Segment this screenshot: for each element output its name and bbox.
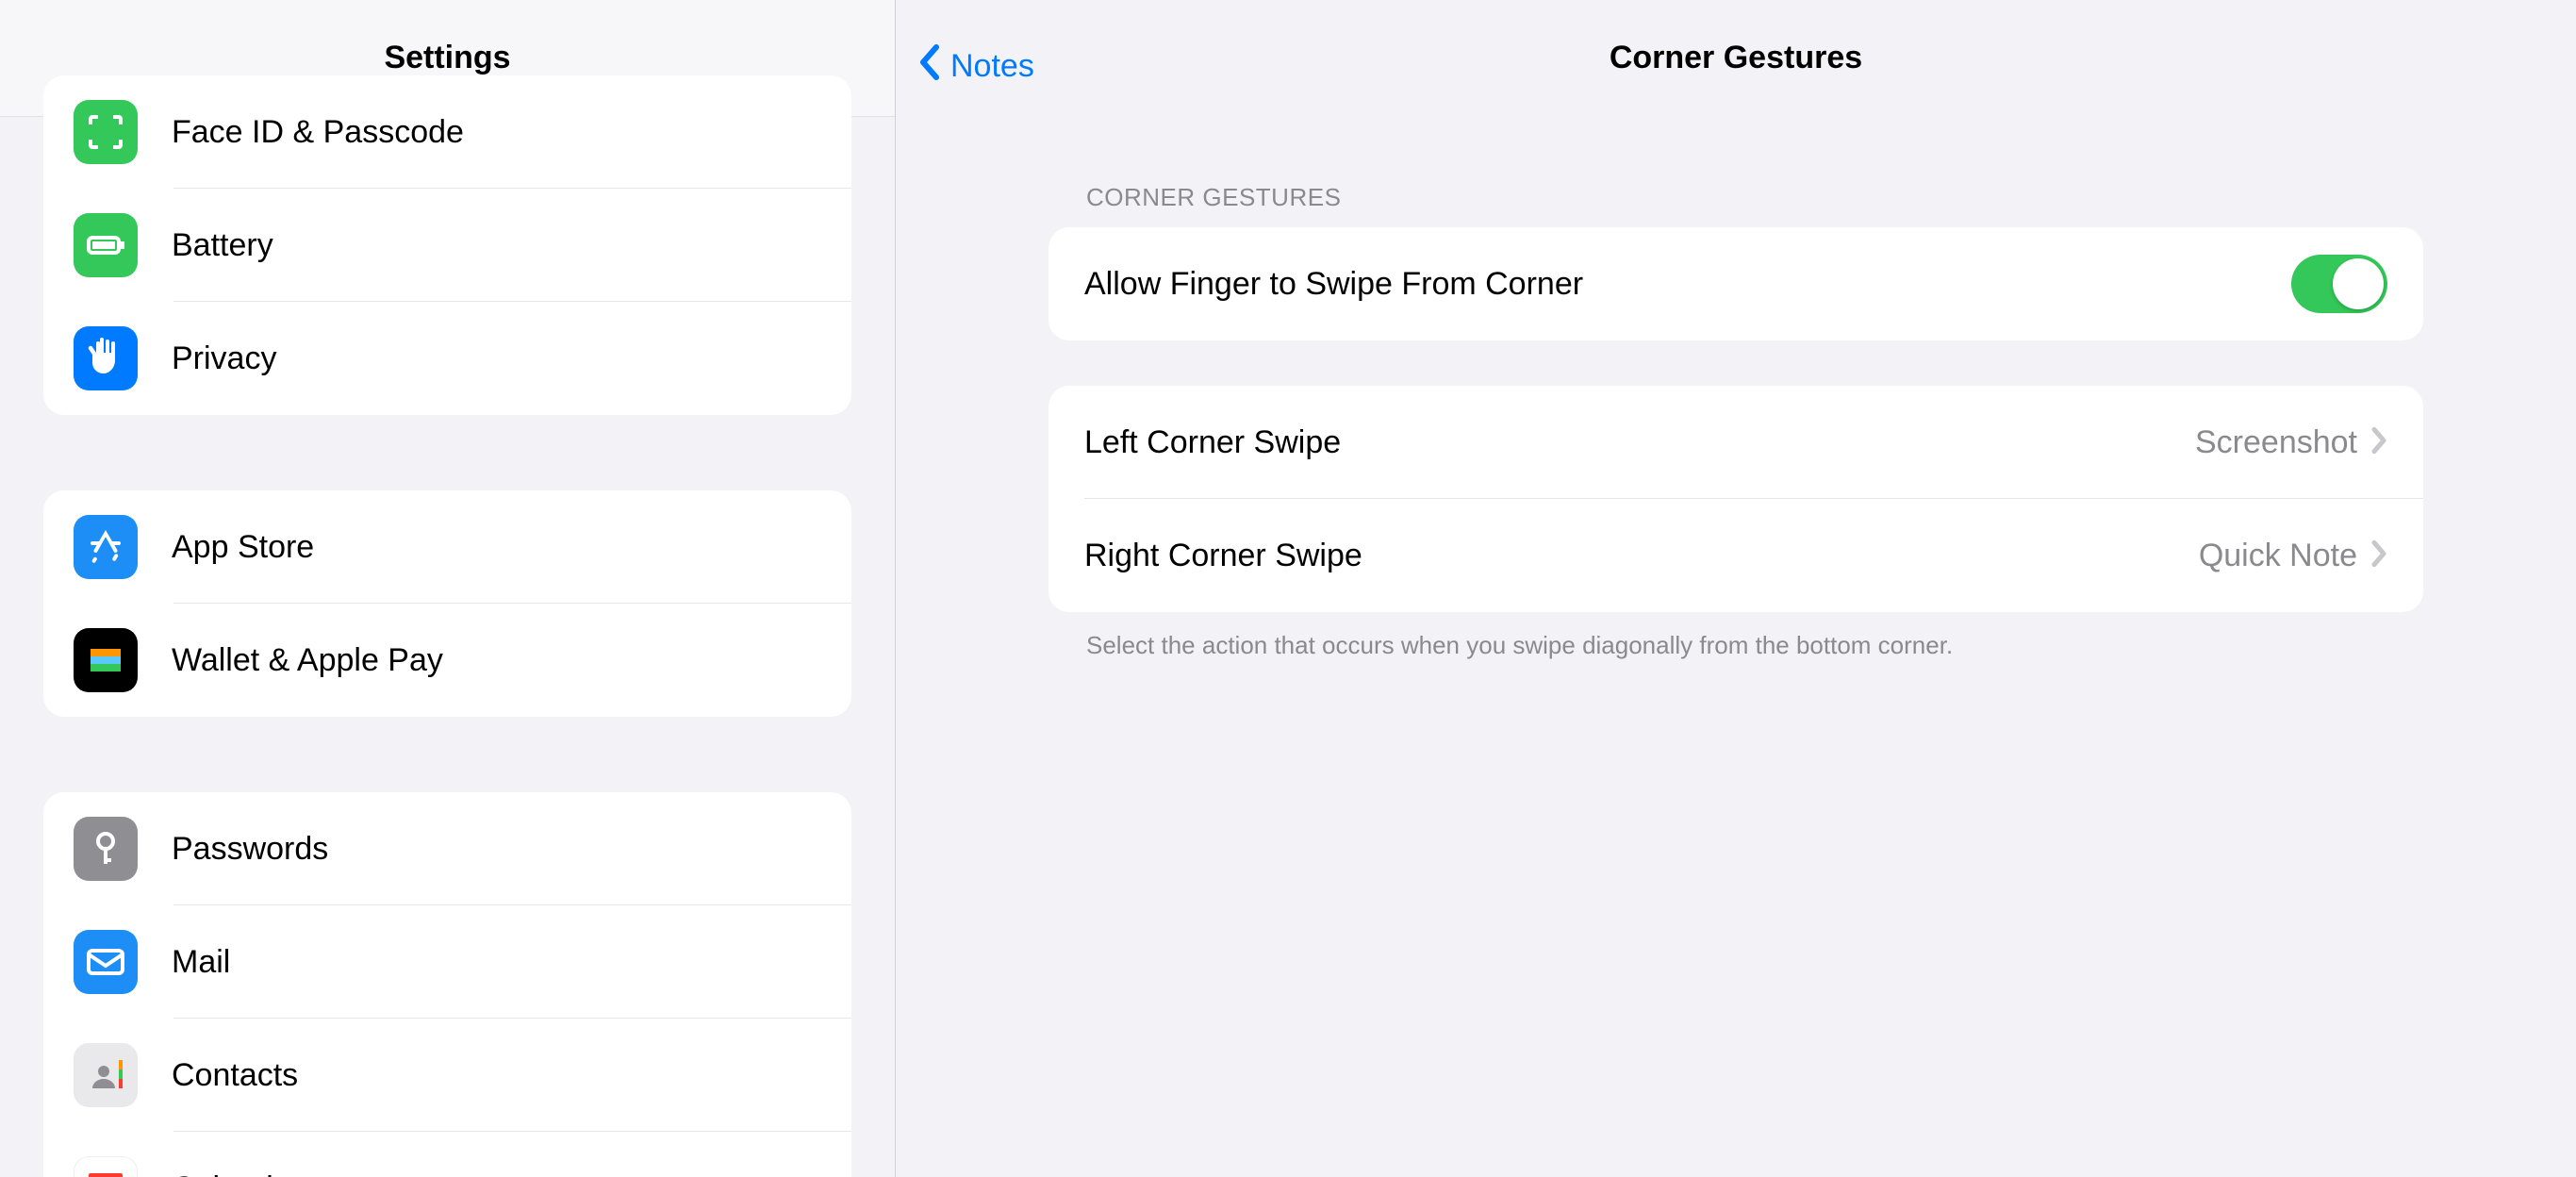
sidebar-item-label: Battery (172, 227, 273, 264)
sidebar-item-label: Passwords (172, 831, 328, 868)
settings-sidebar: Settings Face ID & Passcode Battery (0, 0, 896, 1177)
section-footer: Select the action that occurs when you s… (1086, 631, 2423, 660)
switch-knob (2333, 258, 2384, 309)
sidebar-item-calendar[interactable]: Calendar (43, 1132, 851, 1177)
cell-label: Right Corner Swipe (1084, 538, 1362, 574)
faceid-icon (74, 100, 138, 164)
back-label: Notes (950, 48, 1034, 85)
toggle-group: Allow Finger to Swipe From Corner (1049, 227, 2423, 340)
sidebar-item-label: App Store (172, 529, 314, 566)
sidebar-title: Settings (384, 40, 510, 76)
sidebar-item-wallet[interactable]: Wallet & Apple Pay (43, 604, 851, 717)
calendar-icon (74, 1156, 138, 1177)
cell-label: Allow Finger to Swipe From Corner (1084, 266, 1583, 303)
mail-icon (74, 930, 138, 994)
detail-pane: Notes Corner Gestures CORNER GESTURES Al… (896, 0, 2576, 1177)
allow-finger-swipe-cell: Allow Finger to Swipe From Corner (1049, 227, 2423, 340)
detail-body: CORNER GESTURES Allow Finger to Swipe Fr… (896, 183, 2576, 660)
sidebar-item-battery[interactable]: Battery (43, 189, 851, 302)
chevron-right-icon (2370, 426, 2387, 459)
sidebar-item-label: Contacts (172, 1057, 298, 1094)
sidebar-item-label: Calendar (172, 1170, 302, 1177)
sidebar-item-contacts[interactable]: Contacts (43, 1019, 851, 1132)
section-header: CORNER GESTURES (1086, 183, 2423, 212)
sidebar-item-privacy[interactable]: Privacy (43, 302, 851, 415)
sidebar-item-faceid[interactable]: Face ID & Passcode (43, 75, 851, 189)
allow-finger-swipe-toggle[interactable] (2291, 255, 2387, 313)
right-corner-swipe-cell[interactable]: Right Corner Swipe Quick Note (1049, 499, 2423, 612)
appstore-icon (74, 515, 138, 579)
wallet-icon (74, 628, 138, 692)
chevron-left-icon (916, 43, 941, 90)
key-icon (74, 817, 138, 881)
sidebar-group: App Store Wallet & Apple Pay (43, 490, 851, 717)
contacts-icon (74, 1043, 138, 1107)
sidebar-scroll[interactable]: Face ID & Passcode Battery Privacy (0, 75, 895, 1177)
sidebar-group: Passwords Mail Contacts (43, 792, 851, 1177)
back-button[interactable]: Notes (916, 43, 1034, 90)
detail-header: Notes Corner Gestures (896, 0, 2576, 117)
sidebar-item-label: Mail (172, 944, 230, 981)
cell-label: Left Corner Swipe (1084, 424, 1341, 461)
sidebar-group: Face ID & Passcode Battery Privacy (43, 75, 851, 415)
hand-icon (74, 326, 138, 390)
cell-value: Screenshot (2195, 424, 2357, 461)
sidebar-item-mail[interactable]: Mail (43, 905, 851, 1019)
sidebar-item-appstore[interactable]: App Store (43, 490, 851, 604)
detail-title: Corner Gestures (1610, 40, 1862, 76)
battery-icon (74, 213, 138, 277)
sidebar-item-passwords[interactable]: Passwords (43, 792, 851, 905)
swipe-actions-group: Left Corner Swipe Screenshot Right Corne… (1049, 386, 2423, 612)
chevron-right-icon (2370, 539, 2387, 572)
sidebar-item-label: Wallet & Apple Pay (172, 642, 443, 679)
sidebar-item-label: Face ID & Passcode (172, 114, 464, 151)
sidebar-item-label: Privacy (172, 340, 276, 377)
cell-value: Quick Note (2199, 538, 2357, 574)
left-corner-swipe-cell[interactable]: Left Corner Swipe Screenshot (1049, 386, 2423, 499)
